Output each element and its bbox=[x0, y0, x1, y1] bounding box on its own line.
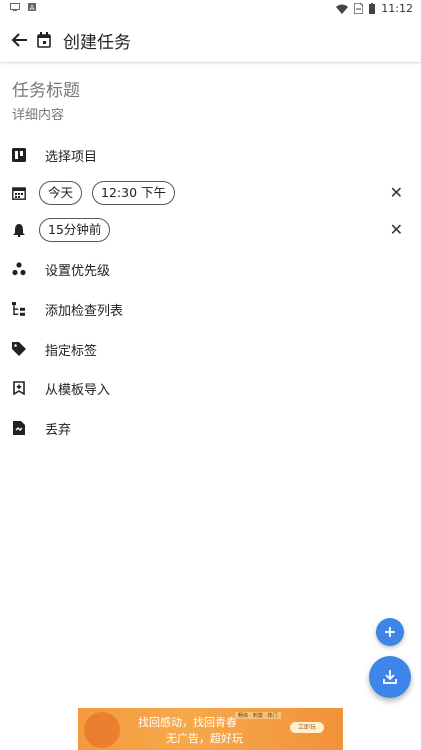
bell-icon bbox=[12, 223, 26, 237]
tag-icon bbox=[12, 342, 26, 356]
arrow-left-icon[interactable] bbox=[10, 30, 30, 50]
wifi-icon bbox=[336, 4, 349, 14]
plus-icon bbox=[385, 627, 395, 637]
download-tray-icon bbox=[383, 670, 397, 684]
reminder-row: 15分钟前 ✕ bbox=[0, 215, 421, 245]
add-checklist-row[interactable]: 添加检查列表 bbox=[0, 294, 421, 324]
checklist-tree-icon bbox=[12, 302, 26, 316]
discard-label: 丢弃 bbox=[45, 422, 72, 438]
status-time: 11:12 bbox=[381, 2, 413, 15]
template-bookmark-icon bbox=[12, 381, 26, 395]
calendar-icon[interactable] bbox=[37, 32, 51, 48]
svg-text:A: A bbox=[30, 4, 35, 11]
ad-banner[interactable]: 找回感动，找回青春 无广告，超好玩 畅快 · 刺激 · 热门 立即玩 bbox=[78, 708, 343, 750]
select-project-row[interactable]: 选择项目 bbox=[0, 140, 421, 170]
clear-reminder-close-icon[interactable]: ✕ bbox=[390, 222, 403, 238]
calendar-icon bbox=[12, 186, 26, 200]
due-date-row: 今天 12:30 下午 ✕ bbox=[0, 178, 421, 208]
ad-headline: 找回感动，找回青春 bbox=[138, 716, 237, 729]
add-button[interactable] bbox=[376, 618, 404, 646]
priority-dots-icon bbox=[12, 262, 26, 276]
set-priority-row[interactable]: 设置优先级 bbox=[0, 254, 421, 284]
sim-icon bbox=[354, 3, 364, 14]
project-board-icon bbox=[12, 148, 26, 162]
date-chip[interactable]: 今天 bbox=[39, 181, 83, 205]
assign-tag-row[interactable]: 指定标签 bbox=[0, 334, 421, 364]
ad-tagline: 畅快 · 刺激 · 热门 bbox=[235, 712, 281, 719]
reminder-chip[interactable]: 15分钟前 bbox=[39, 218, 111, 242]
add-checklist-label: 添加检查列表 bbox=[45, 303, 124, 319]
ad-decoration bbox=[84, 712, 120, 748]
save-button[interactable] bbox=[369, 656, 411, 698]
battery-icon bbox=[369, 3, 376, 14]
status-bar: A 11:12 bbox=[0, 0, 421, 18]
clear-date-close-icon[interactable]: ✕ bbox=[390, 185, 403, 201]
discard-row[interactable]: 丢弃 bbox=[0, 413, 421, 443]
ad-play-button[interactable]: 立即玩 bbox=[290, 722, 324, 733]
import-template-label: 从模板导入 bbox=[45, 382, 111, 398]
ad-subline: 无广告，超好玩 bbox=[166, 732, 243, 745]
task-title-input[interactable]: 任务标题 bbox=[12, 76, 80, 101]
discard-file-icon bbox=[12, 421, 26, 435]
app-bar: 创建任务 bbox=[0, 18, 421, 63]
task-detail-input[interactable]: 详细内容 bbox=[12, 104, 64, 123]
screen-icon bbox=[10, 3, 20, 11]
assign-tag-label: 指定标签 bbox=[45, 343, 98, 359]
time-chip[interactable]: 12:30 下午 bbox=[92, 181, 175, 205]
a-icon: A bbox=[28, 3, 36, 11]
select-project-label: 选择项目 bbox=[45, 149, 98, 165]
import-template-row[interactable]: 从模板导入 bbox=[0, 373, 421, 403]
page-title: 创建任务 bbox=[63, 33, 131, 53]
set-priority-label: 设置优先级 bbox=[45, 263, 111, 279]
